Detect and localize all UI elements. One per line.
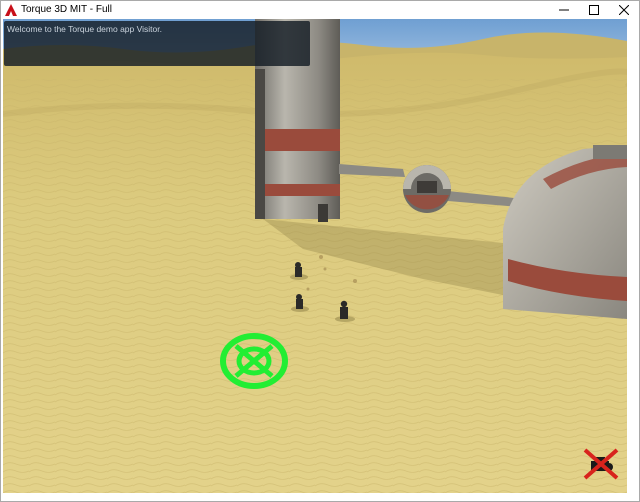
no-connection-icon: [583, 448, 619, 480]
maximize-button[interactable]: [579, 1, 609, 18]
close-icon: [619, 4, 629, 15]
minimize-button[interactable]: [549, 1, 579, 18]
welcome-message: Welcome to the Torque demo app Visitor.: [7, 24, 162, 34]
game-window: Torque 3D MIT - Full Welcome to the Torq…: [0, 0, 640, 502]
maximize-icon: [589, 4, 599, 15]
minimize-icon: [559, 9, 569, 10]
torque-logo-icon: [5, 3, 17, 16]
window-title: Torque 3D MIT - Full: [21, 4, 112, 15]
close-button[interactable]: [609, 1, 639, 18]
title-bar[interactable]: Torque 3D MIT - Full: [1, 1, 639, 18]
orb-pod: [403, 165, 451, 213]
game-viewport[interactable]: [3, 19, 627, 493]
chat-message-panel: Welcome to the Torque demo app Visitor.: [4, 21, 310, 66]
